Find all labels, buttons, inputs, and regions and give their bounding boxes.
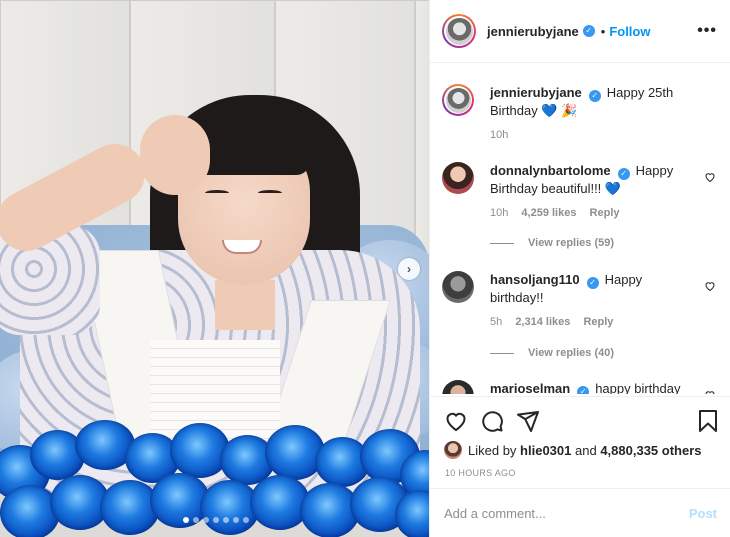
avatar[interactable] [442, 380, 474, 394]
comment-time: 5h [490, 316, 503, 328]
verified-badge-icon: ✓ [582, 25, 595, 37]
comment-meta: 5h 2,314 likes Reply [490, 316, 623, 328]
add-comment-bar: Post [430, 488, 730, 537]
comment-username[interactable]: marioselman [490, 381, 570, 394]
caption: jennierubyjane ✓ Happy 25th Birthday 💙 🎉 1… [442, 84, 712, 164]
likes-joiner: and [575, 442, 597, 458]
carousel-dot [203, 517, 209, 523]
likes-prefix: Liked by [468, 442, 517, 458]
emoji: 💙 [604, 181, 622, 196]
caption-meta: 10h [490, 129, 518, 141]
reply-button[interactable]: Reply [583, 316, 613, 328]
avatar[interactable] [442, 14, 476, 48]
view-replies-button[interactable]: View replies (59) [490, 237, 614, 249]
comment-time: 10h [490, 207, 509, 219]
comment-likes[interactable]: 4,259 likes [521, 207, 576, 219]
separator: • [600, 23, 606, 39]
view-replies-button[interactable]: View replies (40) [490, 347, 614, 359]
like-comment-heart-icon[interactable] [704, 280, 716, 292]
follow-button[interactable]: Follow [609, 24, 650, 39]
share-paper-plane-icon[interactable] [516, 409, 540, 433]
view-replies-label: View replies (59) [528, 237, 615, 249]
post-header: jennierubyjane ✓ • Follow ••• [430, 0, 730, 63]
caption-username[interactable]: jennierubyjane [490, 85, 582, 100]
next-slide-button[interactable]: › [398, 258, 420, 280]
emoji: 💙 🎉 [541, 103, 578, 118]
comment-username[interactable]: hansoljang110 [490, 272, 580, 287]
neck [215, 280, 275, 330]
save-bookmark-icon[interactable] [696, 409, 720, 433]
comment-text: marioselman ✓ happy birthday [490, 380, 695, 394]
profile-photo-icon [445, 17, 473, 45]
eye [205, 190, 229, 196]
comment-body: happy birthday [595, 381, 681, 394]
verified-badge-icon: ✓ [577, 386, 590, 394]
post-side-panel: jennierubyjane ✓ • Follow ••• jennieruby… [429, 0, 730, 537]
comment-item: donnalynbartolome ✓ Happy Birthday beautif… [442, 162, 715, 262]
like-comment-heart-icon[interactable] [704, 171, 716, 183]
comment-text: hansoljang110 ✓ Happy birthday!! [490, 271, 695, 306]
carousel-dot [243, 517, 249, 523]
comment-item: marioselman ✓ happy birthday [442, 380, 715, 394]
carousel-indicator [183, 517, 249, 523]
comments-list[interactable]: jennierubyjane ✓ Happy 25th Birthday 💙 🎉 1… [430, 64, 730, 394]
divider [490, 242, 514, 244]
verified-badge-icon: ✓ [586, 277, 599, 289]
like-heart-icon[interactable] [444, 409, 468, 433]
profile-photo-icon [445, 87, 471, 113]
eye [258, 190, 282, 196]
post-timestamp[interactable]: 10 HOURS AGO [445, 468, 516, 478]
caption-time: 10h [490, 129, 509, 141]
comment-text: donnalynbartolome ✓ Happy Birthday beautif… [490, 162, 695, 197]
carousel-dot [233, 517, 239, 523]
caption-text: jennierubyjane ✓ Happy 25th Birthday 💙 🎉 [490, 84, 695, 119]
comment-input[interactable] [444, 505, 689, 521]
more-options-icon[interactable]: ••• [697, 22, 717, 40]
avatar[interactable] [442, 84, 474, 116]
liker-username[interactable]: hlie0301 [520, 443, 571, 458]
author-username[interactable]: jennierubyjane [487, 24, 579, 39]
comment-bubble-icon[interactable] [480, 409, 504, 433]
likes-summary: Liked by hlie0301 and 4,880,335 others [444, 441, 702, 459]
carousel-dot [223, 517, 229, 523]
chevron-right-icon: › [407, 262, 411, 276]
like-comment-heart-icon[interactable] [704, 389, 716, 394]
verified-badge-icon: ✓ [617, 168, 630, 180]
hand [140, 115, 210, 195]
avatar[interactable] [444, 441, 462, 459]
carousel-dot [213, 517, 219, 523]
comment-likes[interactable]: 2,314 likes [515, 316, 570, 328]
post-photo[interactable]: › [0, 0, 429, 537]
likes-count[interactable]: 4,880,335 others [600, 443, 701, 458]
wall-panel [415, 0, 429, 270]
comment-meta: 10h 4,259 likes Reply [490, 207, 630, 219]
view-replies-label: View replies (40) [528, 347, 615, 359]
post-actions: Liked by hlie0301 and 4,880,335 others 1… [430, 396, 730, 488]
avatar[interactable] [442, 271, 474, 303]
avatar[interactable] [442, 162, 474, 194]
carousel-dot [183, 517, 189, 523]
comment-item: hansoljang110 ✓ Happy birthday!! 5h 2,314 … [442, 271, 715, 371]
divider [490, 352, 514, 354]
reply-button[interactable]: Reply [590, 207, 620, 219]
comment-username[interactable]: donnalynbartolome [490, 163, 611, 178]
carousel-dot [193, 517, 199, 523]
post-comment-button[interactable]: Post [689, 506, 717, 521]
verified-badge-icon: ✓ [588, 90, 601, 102]
